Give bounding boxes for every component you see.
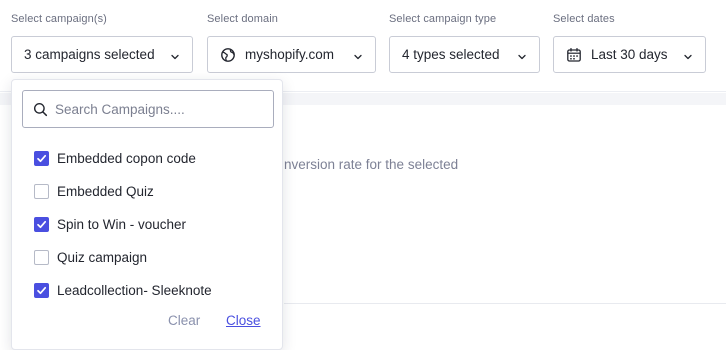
globe-icon bbox=[220, 47, 236, 63]
check-icon bbox=[37, 154, 47, 163]
domain-filter-label: Select domain bbox=[207, 13, 279, 25]
checkbox-unchecked[interactable] bbox=[34, 250, 49, 265]
campaign-option-label: Embedded Quiz bbox=[57, 184, 154, 199]
campaign-select[interactable]: 3 campaigns selected bbox=[11, 36, 193, 73]
campaign-option-label: Embedded copon code bbox=[57, 151, 196, 166]
checkbox-unchecked[interactable] bbox=[34, 184, 49, 199]
chevron-down-icon bbox=[683, 50, 693, 60]
checkbox-checked[interactable] bbox=[34, 151, 49, 166]
dropdown-actions: Clear Close bbox=[12, 313, 282, 333]
chevron-down-icon bbox=[170, 50, 180, 60]
calendar-icon bbox=[566, 47, 582, 63]
campaign-list: Embedded copon code Embedded Quiz Spin t… bbox=[34, 142, 212, 307]
campaign-dropdown: Embedded copon code Embedded Quiz Spin t… bbox=[11, 79, 283, 350]
campaign-option-label: Quiz campaign bbox=[57, 250, 148, 265]
dates-filter-label: Select dates bbox=[553, 13, 615, 25]
domain-select-value: myshopify.com bbox=[245, 47, 335, 62]
campaign-select-value: 3 campaigns selected bbox=[24, 47, 155, 62]
clear-button[interactable]: Clear bbox=[168, 313, 200, 328]
campaign-type-select[interactable]: 4 types selected bbox=[389, 36, 540, 73]
checkbox-checked[interactable] bbox=[34, 217, 49, 232]
search-icon bbox=[33, 102, 48, 116]
check-icon bbox=[37, 286, 47, 295]
check-icon bbox=[37, 220, 47, 229]
dates-select[interactable]: Last 30 days bbox=[553, 36, 706, 73]
content-divider bbox=[284, 303, 726, 304]
chevron-down-icon bbox=[353, 50, 363, 60]
campaign-type-select-value: 4 types selected bbox=[402, 47, 500, 62]
campaign-search-input[interactable] bbox=[55, 101, 265, 117]
campaign-option-leadcollection-sleeknote[interactable]: Leadcollection- Sleeknote bbox=[34, 274, 212, 307]
campaign-option-label: Leadcollection- Sleeknote bbox=[57, 283, 212, 298]
campaign-option-spin-to-win-voucher[interactable]: Spin to Win - voucher bbox=[34, 208, 212, 241]
campaign-option-label: Spin to Win - voucher bbox=[57, 217, 187, 232]
checkbox-checked[interactable] bbox=[34, 283, 49, 298]
chevron-down-icon bbox=[517, 50, 527, 60]
domain-select[interactable]: myshopify.com bbox=[207, 36, 376, 73]
campaign-option-quiz-campaign[interactable]: Quiz campaign bbox=[34, 241, 212, 274]
campaign-filter-label: Select campaign(s) bbox=[11, 13, 107, 25]
conversion-rate-description: nversion rate for the selected bbox=[284, 157, 459, 172]
dates-select-value: Last 30 days bbox=[591, 47, 668, 62]
campaign-report-page: Select campaign(s) 3 campaigns selected … bbox=[0, 0, 726, 350]
close-button[interactable]: Close bbox=[226, 313, 261, 328]
campaign-option-embedded-copon-code[interactable]: Embedded copon code bbox=[34, 142, 212, 175]
campaign-option-embedded-quiz[interactable]: Embedded Quiz bbox=[34, 175, 212, 208]
campaign-search[interactable] bbox=[22, 90, 274, 128]
campaign-type-filter-label: Select campaign type bbox=[389, 13, 497, 25]
